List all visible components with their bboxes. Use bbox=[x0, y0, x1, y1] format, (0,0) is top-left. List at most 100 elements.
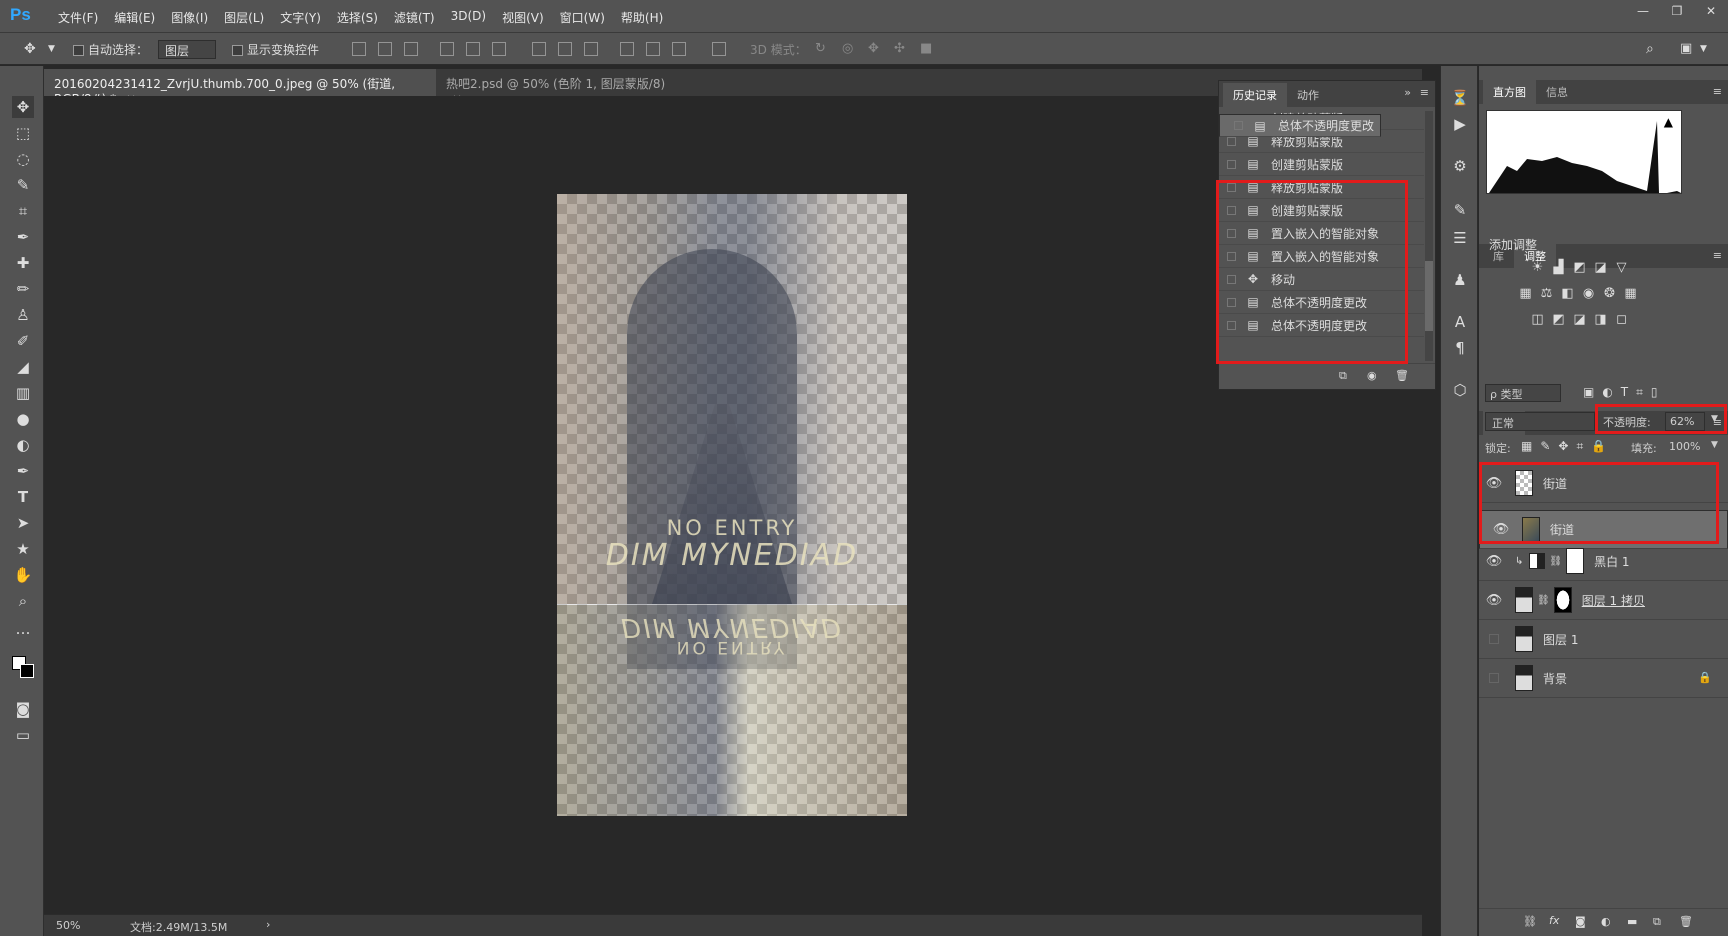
history-item[interactable]: ▤ 创建剪贴蒙版 bbox=[1219, 199, 1424, 222]
paragraph-icon[interactable]: ¶ bbox=[1450, 338, 1470, 358]
close-window-button[interactable]: ✕ bbox=[1694, 0, 1728, 22]
menu-filter[interactable]: 滤镜(T) bbox=[386, 9, 443, 26]
panel-menu-icon[interactable]: ≡ bbox=[1713, 249, 1722, 262]
history-item[interactable]: ▤ 创建剪贴蒙版 bbox=[1219, 153, 1424, 176]
auto-align-icon[interactable] bbox=[712, 42, 726, 56]
chevron-down-icon[interactable]: ▼ bbox=[1711, 440, 1718, 450]
menu-select[interactable]: 选择(S) bbox=[329, 9, 386, 26]
eraser-tool-icon[interactable]: ◢ bbox=[12, 356, 34, 378]
shape-tool-icon[interactable]: ★ bbox=[12, 538, 34, 560]
move-tool-icon[interactable]: ✥ bbox=[24, 41, 36, 57]
distribute-hcenter-icon[interactable] bbox=[646, 42, 660, 56]
gradient-tool-icon[interactable]: ▥ bbox=[12, 382, 34, 404]
photo-filter-icon[interactable]: ◉ bbox=[1581, 287, 1596, 300]
new-group-icon[interactable]: ▬ bbox=[1627, 915, 1637, 928]
history-item[interactable]: ▤ 释放剪贴蒙版 bbox=[1219, 176, 1424, 199]
levels-icon[interactable]: ▟ bbox=[1551, 261, 1566, 274]
status-menu-arrow[interactable]: › bbox=[266, 918, 270, 931]
dodge-tool-icon[interactable]: ◐ bbox=[12, 434, 34, 456]
tab-info[interactable]: 信息 bbox=[1536, 80, 1578, 104]
3d-rotate-icon[interactable]: ↻ bbox=[815, 41, 826, 56]
fx-icon[interactable]: fx bbox=[1549, 914, 1559, 927]
snapshot-camera-icon[interactable]: ◉ bbox=[1367, 369, 1377, 382]
opacity-input[interactable]: 62% bbox=[1665, 412, 1705, 431]
3d-pan-icon[interactable]: ✥ bbox=[868, 41, 879, 56]
align-hcenter-icon[interactable] bbox=[466, 42, 480, 56]
lasso-tool-icon[interactable]: ◌ bbox=[12, 148, 34, 170]
invert-icon[interactable]: ◫ bbox=[1530, 313, 1545, 326]
zoom-level[interactable]: 50% bbox=[56, 919, 80, 932]
panel-menu-icon[interactable]: ≡ bbox=[1713, 85, 1722, 98]
menu-3d[interactable]: 3D(D) bbox=[443, 9, 494, 26]
channel-mixer-icon[interactable]: ❂ bbox=[1602, 287, 1617, 300]
screen-mode-icon[interactable]: ▭ bbox=[12, 724, 34, 746]
3d-dock-icon[interactable]: ⚙ bbox=[1450, 156, 1470, 176]
align-top-icon[interactable] bbox=[352, 42, 366, 56]
gradient-map-icon[interactable]: ◨ bbox=[1593, 313, 1608, 326]
history-item[interactable]: ✥ 移动 bbox=[1219, 268, 1424, 291]
visibility-off[interactable] bbox=[1479, 673, 1509, 683]
layer-filter-dropdown[interactable]: ρ 类型 bbox=[1485, 384, 1561, 402]
layer-row[interactable]: 背景 🔒 bbox=[1479, 659, 1728, 698]
chevron-down-icon[interactable]: ▼ bbox=[48, 44, 55, 54]
black-white-icon[interactable]: ◧ bbox=[1560, 287, 1575, 300]
eye-icon[interactable]: 👁 bbox=[1479, 593, 1509, 608]
eye-icon[interactable]: 👁 bbox=[1486, 522, 1516, 537]
distribute-vcenter-icon[interactable] bbox=[558, 42, 572, 56]
color-lookup-icon[interactable]: ▦ bbox=[1623, 287, 1638, 300]
3d-scale-icon[interactable]: ■ bbox=[920, 41, 932, 56]
3d-roll-icon[interactable]: ◎ bbox=[842, 41, 853, 56]
brightness-icon[interactable]: ☀ bbox=[1530, 261, 1545, 274]
type-tool-icon[interactable]: T bbox=[12, 486, 34, 508]
posterize-icon[interactable]: ◩ bbox=[1551, 313, 1566, 326]
align-vcenter-icon[interactable] bbox=[378, 42, 392, 56]
quick-select-tool-icon[interactable]: ✎ bbox=[12, 174, 34, 196]
history-item[interactable]: ▤ 总体不透明度更改 bbox=[1219, 291, 1424, 314]
history-item[interactable]: ▤ 置入嵌入的智能对象 bbox=[1219, 222, 1424, 245]
3d-slide-icon[interactable]: ✣ bbox=[894, 41, 905, 56]
vibrance-icon[interactable]: ▽ bbox=[1614, 261, 1629, 274]
distribute-top-icon[interactable] bbox=[532, 42, 546, 56]
restore-button[interactable]: ❐ bbox=[1660, 0, 1694, 22]
hue-saturation-icon[interactable]: ▦ bbox=[1518, 287, 1533, 300]
document-tab-active[interactable]: 20160204231412_ZvrjU.thumb.700_0.jpeg @ … bbox=[44, 69, 436, 106]
history-scrollbar[interactable] bbox=[1425, 111, 1433, 361]
document-tab[interactable]: 热吧2.psd @ 50% (色阶 1, 图层蒙版/8) × bbox=[436, 69, 676, 106]
menu-view[interactable]: 视图(V) bbox=[494, 9, 552, 26]
eye-icon[interactable]: 👁 bbox=[1479, 554, 1509, 569]
history-item[interactable]: ▤ 总体不透明度更改 bbox=[1219, 314, 1424, 337]
clone-source-icon[interactable]: ♟ bbox=[1450, 270, 1470, 290]
align-left-icon[interactable] bbox=[440, 42, 454, 56]
history-item[interactable]: ▤ 置入嵌入的智能对象 bbox=[1219, 245, 1424, 268]
workspace-icon[interactable]: ▣ bbox=[1680, 41, 1692, 56]
menu-type[interactable]: 文字(Y) bbox=[272, 9, 329, 26]
menu-help[interactable]: 帮助(H) bbox=[613, 9, 671, 26]
auto-select-checkbox[interactable]: 自动选择： bbox=[73, 41, 148, 58]
actions-play-icon[interactable]: ▶ bbox=[1450, 114, 1470, 134]
visibility-off[interactable] bbox=[1479, 634, 1509, 644]
align-right-icon[interactable] bbox=[492, 42, 506, 56]
show-transform-checkbox[interactable]: 显示变换控件 bbox=[232, 41, 319, 58]
path-select-tool-icon[interactable]: ➤ bbox=[12, 512, 34, 534]
brush-tool-icon[interactable]: ✏ bbox=[12, 278, 34, 300]
eyedropper-tool-icon[interactable]: ✒ bbox=[12, 226, 34, 248]
distribute-right-icon[interactable] bbox=[672, 42, 686, 56]
lock-icons[interactable]: ▦✎✥⌗🔒 bbox=[1521, 439, 1614, 454]
search-icon[interactable]: ⌕ bbox=[1646, 41, 1654, 57]
fill-input[interactable]: 100% bbox=[1665, 438, 1705, 456]
history-dock-icon[interactable]: ⏳ bbox=[1450, 88, 1470, 108]
panel-menu-icon[interactable]: ≡ bbox=[1420, 86, 1429, 99]
layer-filter-icons[interactable]: ▣◐T⌗▯ bbox=[1583, 385, 1666, 400]
auto-select-dropdown[interactable]: 图层 bbox=[158, 40, 216, 59]
properties-dock-icon[interactable]: ☰ bbox=[1450, 228, 1470, 248]
distribute-left-icon[interactable] bbox=[620, 42, 634, 56]
move-tool-icon[interactable]: ✥ bbox=[12, 96, 34, 118]
crop-tool-icon[interactable]: ⌗ bbox=[12, 200, 34, 222]
marquee-tool-icon[interactable]: ⬚ bbox=[12, 122, 34, 144]
new-adjustment-icon[interactable]: ◐ bbox=[1601, 915, 1611, 928]
quick-mask-icon[interactable]: ◙ bbox=[12, 698, 34, 720]
curves-icon[interactable]: ◩ bbox=[1572, 261, 1587, 274]
document-canvas[interactable]: NO ENTRY DIM MYNEDIAD DIM MYNEDIAD NO EN… bbox=[557, 194, 907, 816]
menu-file[interactable]: 文件(F) bbox=[50, 9, 106, 26]
character-icon[interactable]: A bbox=[1450, 312, 1470, 332]
